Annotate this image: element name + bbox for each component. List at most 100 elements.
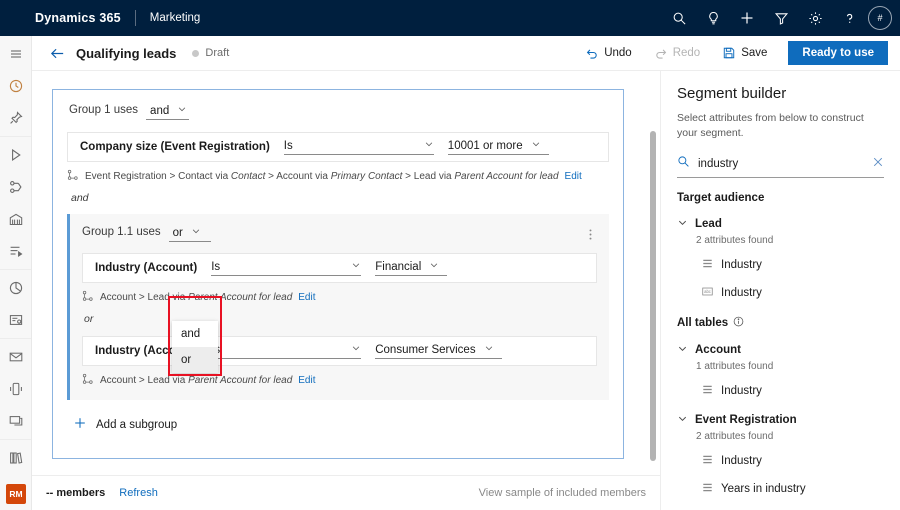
ready-to-use-button[interactable]: Ready to use	[788, 41, 888, 65]
save-button[interactable]: Save	[713, 42, 776, 64]
refresh-link[interactable]: Refresh	[119, 487, 158, 499]
flow-icon[interactable]	[0, 235, 32, 267]
chevron-down-icon	[531, 139, 541, 152]
table-group-lead[interactable]: Lead	[677, 215, 884, 233]
event-icon[interactable]	[0, 203, 32, 235]
table-group-account[interactable]: Account	[677, 341, 884, 359]
pin-icon[interactable]	[0, 102, 32, 134]
operator-option-or[interactable]: or	[172, 347, 218, 373]
condition-value-select[interactable]: Consumer Services	[375, 343, 501, 359]
save-label: Save	[741, 47, 767, 59]
condition-operator-value: Is	[284, 140, 293, 152]
search-icon[interactable]	[662, 0, 696, 36]
condition-operator-value: Is	[211, 261, 220, 273]
user-initials-badge[interactable]: RM	[6, 484, 26, 504]
table-group-event-registration[interactable]: Event Registration	[677, 411, 884, 429]
help-icon[interactable]	[832, 0, 866, 36]
plus-icon[interactable]	[730, 0, 764, 36]
group-1-operator-select[interactable]: and	[146, 104, 189, 120]
attribute-item[interactable]: Industry	[702, 382, 884, 400]
save-icon	[722, 46, 741, 60]
attribute-item[interactable]: Years in industry	[702, 480, 884, 498]
email-icon[interactable]	[0, 341, 32, 373]
chevron-down-icon	[169, 104, 187, 117]
lightbulb-icon[interactable]	[696, 0, 730, 36]
operator-dropdown-menu: and or	[172, 321, 218, 373]
chevron-down-icon	[429, 260, 439, 273]
chevron-down-icon	[677, 215, 688, 233]
group-1-1-condition-row-1: Industry (Account) Is Financial	[82, 253, 597, 283]
rail-group-insights	[0, 270, 31, 339]
redo-label: Redo	[673, 47, 701, 59]
close-icon[interactable]	[872, 155, 884, 173]
analytics-icon[interactable]	[0, 272, 32, 304]
table-name: Account	[695, 344, 741, 356]
edit-path-link[interactable]: Edit	[298, 375, 315, 386]
edit-path-link[interactable]: Edit	[298, 292, 315, 303]
relationship-path-text: Account > Lead via Parent Account for le…	[100, 375, 292, 386]
avatar-initials: #	[877, 13, 882, 23]
panel-title: Segment builder	[677, 85, 884, 102]
condition-operator-select[interactable]: Is	[284, 139, 434, 155]
chevron-down-icon	[351, 260, 361, 273]
rail-group-journeys	[0, 137, 31, 270]
chevron-down-icon	[677, 341, 688, 359]
hamburger-menu-icon[interactable]	[0, 38, 32, 70]
top-navigation-bar: Dynamics 365 Marketing	[0, 0, 900, 36]
group-1-1-operator-select[interactable]: or	[169, 226, 211, 242]
more-vertical-icon[interactable]	[584, 228, 597, 245]
top-nav-actions: #	[662, 0, 900, 36]
play-icon[interactable]	[0, 139, 32, 171]
filter-icon[interactable]	[764, 0, 798, 36]
condition-value: 10001 or more	[448, 140, 523, 152]
condition-operator-select[interactable]: Is	[211, 260, 361, 276]
chat-icon[interactable]	[0, 405, 32, 437]
canvas-scrollbar[interactable]	[648, 71, 658, 475]
optionset-icon	[702, 452, 713, 470]
attribute-item[interactable]: abc Industry	[702, 284, 884, 302]
add-subgroup-label: Add a subgroup	[96, 419, 177, 431]
app-name-label: Marketing	[150, 12, 201, 24]
back-arrow-icon[interactable]	[46, 42, 68, 64]
view-sample-link[interactable]: View sample of included members	[479, 487, 646, 499]
undo-icon	[585, 46, 604, 60]
add-subgroup-button[interactable]: Add a subgroup	[73, 416, 623, 433]
mobile-icon[interactable]	[0, 373, 32, 405]
group-1-header: Group 1 uses and	[53, 90, 623, 120]
group-1-1-operator-value: or	[173, 227, 183, 239]
command-bar-actions: Undo Redo Save Ready to	[572, 41, 888, 65]
table-attribute-count: 1 attributes found	[696, 361, 884, 372]
group-1-joiner: and	[71, 192, 623, 204]
group-1-operator-value: and	[150, 105, 169, 117]
undo-button[interactable]: Undo	[576, 42, 641, 64]
info-icon[interactable]	[733, 316, 744, 330]
form-icon[interactable]	[0, 304, 32, 336]
redo-button[interactable]: Redo	[645, 42, 710, 64]
group-1-container: Group 1 uses and Company size (Event Reg…	[52, 89, 624, 459]
journey-icon[interactable]	[0, 171, 32, 203]
condition-value-select[interactable]: Financial	[375, 260, 447, 276]
status-dot-icon	[192, 50, 199, 57]
condition-operator-select[interactable]: Is	[211, 343, 361, 359]
condition-value-select[interactable]: 10001 or more	[448, 139, 549, 155]
segments-icon[interactable]	[0, 506, 32, 510]
attribute-search-box[interactable]: industry	[677, 155, 884, 178]
condition-attribute: Company size (Event Registration)	[80, 141, 270, 153]
library-icon[interactable]	[0, 442, 32, 474]
attribute-item[interactable]: Industry	[702, 256, 884, 274]
group-1-1-label: Group 1.1 uses	[82, 226, 161, 238]
canvas-scrollbar-thumb[interactable]	[650, 131, 656, 461]
attribute-item[interactable]: Industry	[702, 452, 884, 470]
recent-clock-icon[interactable]	[0, 70, 32, 102]
group-1-condition-row: Company size (Event Registration) Is 100…	[67, 132, 609, 162]
operator-option-and[interactable]: and	[172, 321, 218, 347]
search-input[interactable]: industry	[698, 158, 872, 170]
avatar[interactable]: #	[868, 6, 892, 30]
gear-icon[interactable]	[798, 0, 832, 36]
edit-path-link[interactable]: Edit	[565, 171, 582, 182]
optionset-icon	[702, 382, 713, 400]
bottom-status-bar: -- members Refresh View sample of includ…	[32, 475, 660, 510]
chevron-down-icon	[351, 343, 361, 356]
search-icon	[677, 155, 690, 173]
optionset-icon	[702, 480, 713, 498]
